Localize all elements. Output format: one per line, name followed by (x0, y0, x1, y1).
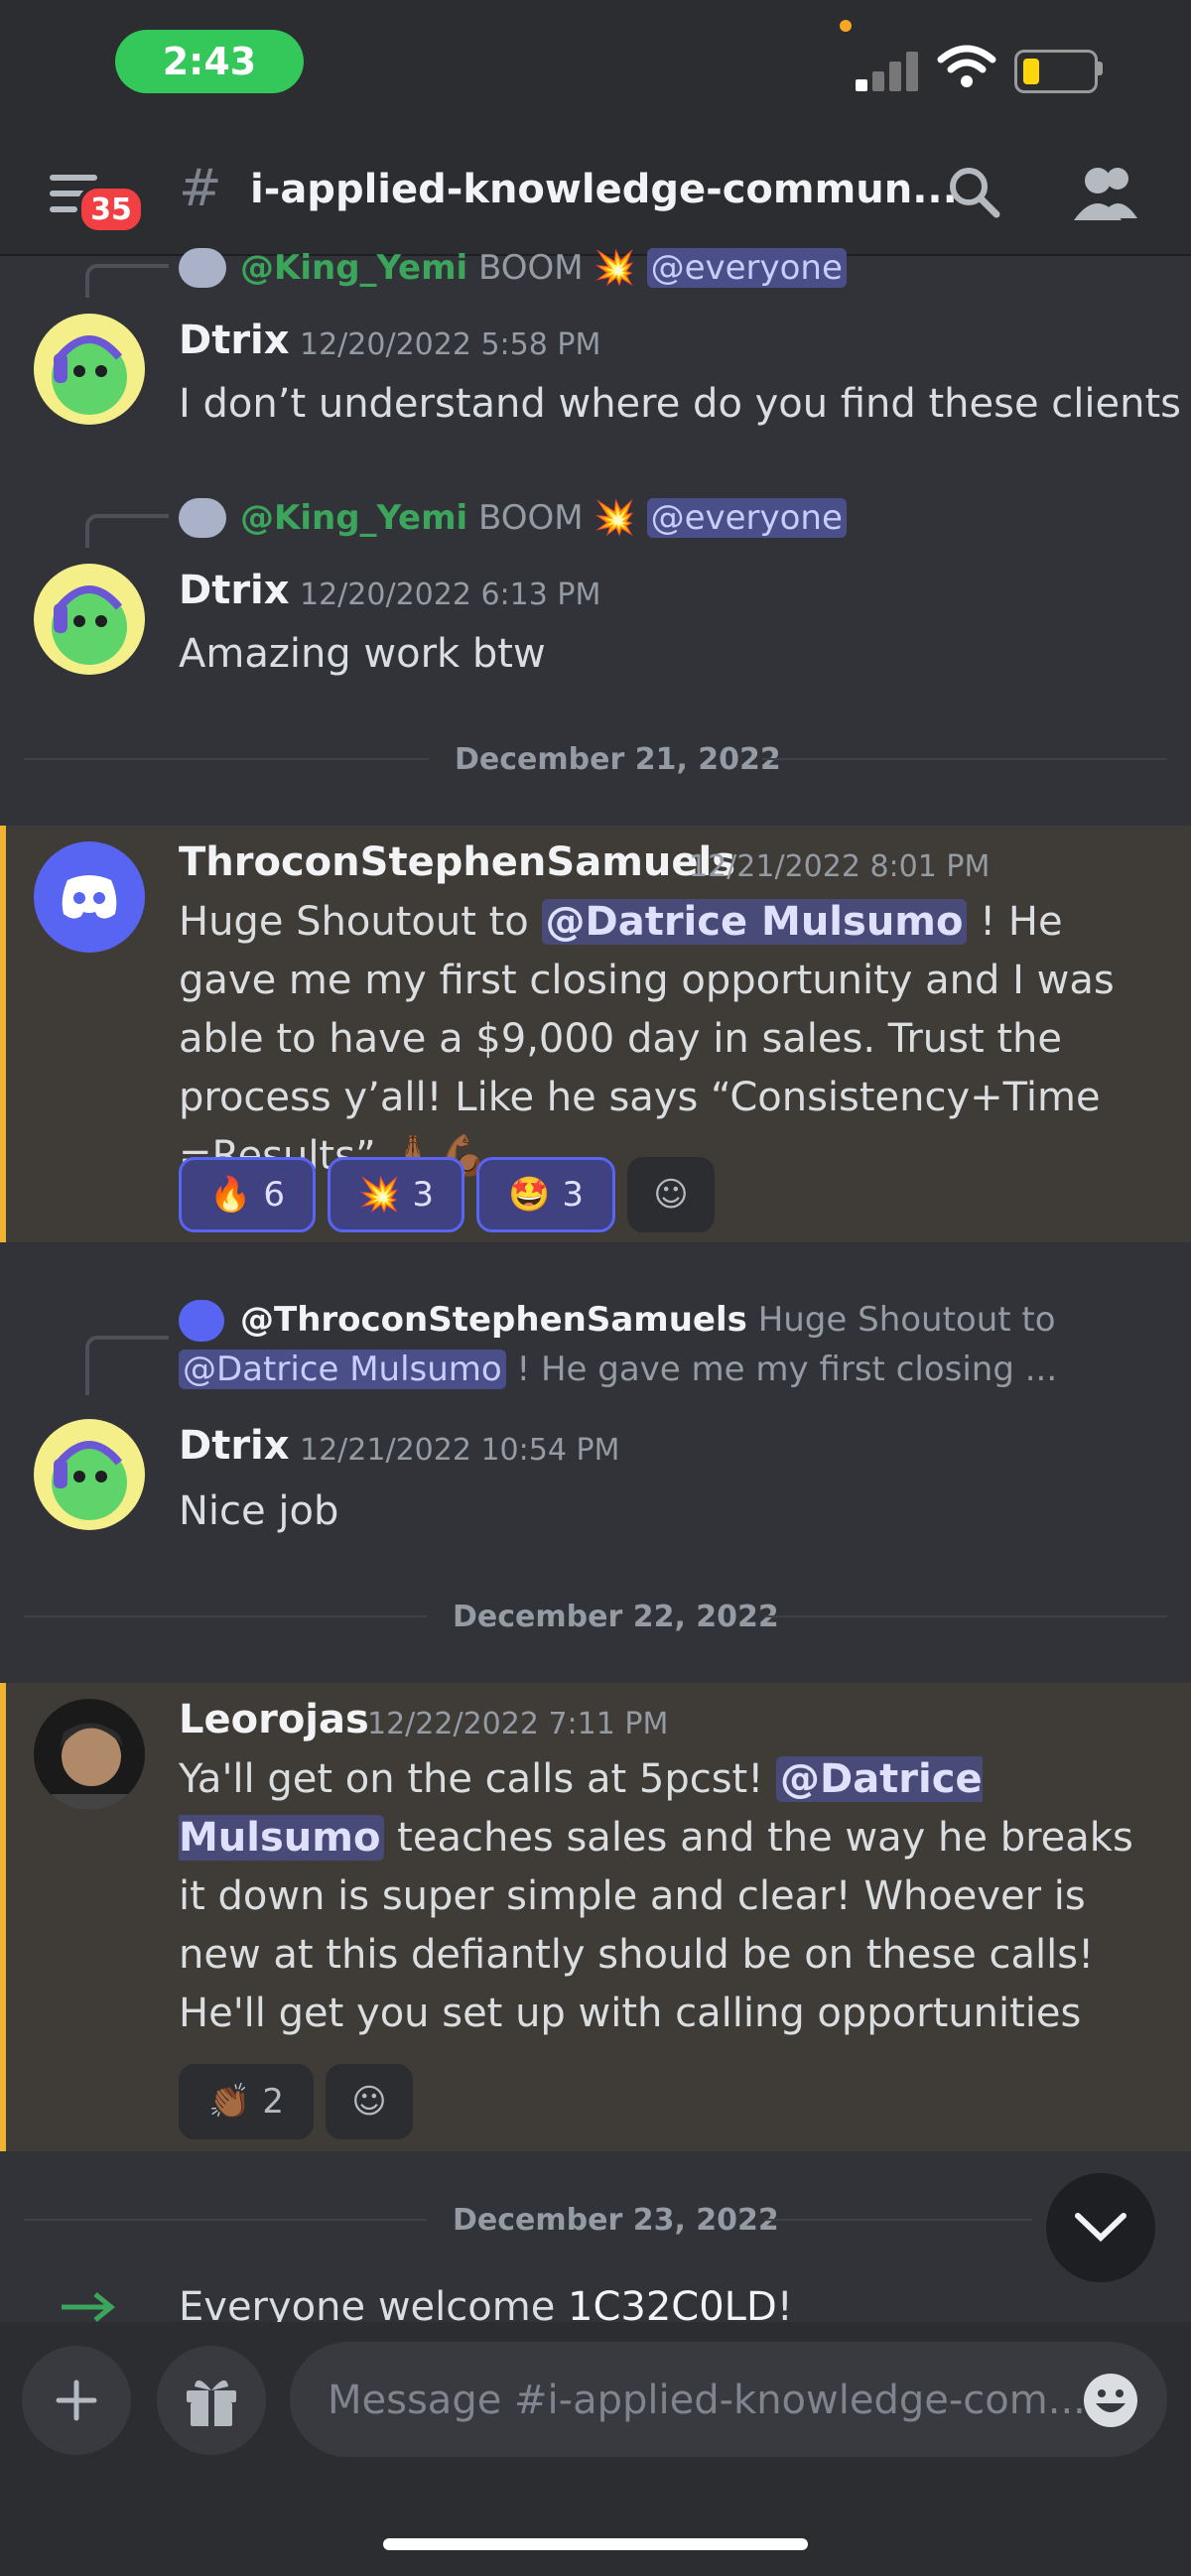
message-author[interactable]: Dtrix (179, 568, 290, 613)
members-icon[interactable] (1074, 163, 1139, 222)
avatar[interactable] (34, 841, 145, 953)
message-text: Amazing work btw (179, 631, 546, 677)
reply-mention: @everyone (646, 248, 847, 288)
gift-button[interactable] (157, 2346, 266, 2455)
message-text-part: Ya'll get on the calls at 5pcst! (179, 1756, 776, 1802)
reply-avatar (179, 498, 226, 538)
date-divider-line (24, 2219, 427, 2221)
reply-text: BOOM (478, 498, 584, 538)
message-author[interactable]: Dtrix (179, 1423, 290, 1469)
add-reaction-button[interactable]: ☺ (627, 1157, 715, 1232)
reply-avatar (179, 1300, 224, 1342)
reaction-clap[interactable]: 👏🏾 2 (179, 2064, 314, 2139)
system-message-suffix: ! (776, 2284, 793, 2322)
privacy-indicator-dot (840, 20, 852, 32)
message-timestamp: 12/21/2022 8:01 PM (689, 849, 991, 884)
message-text: Ya'll get on the calls at 5pcst! @Datric… (179, 1750, 1171, 2043)
reply-preview-line-2: @Datrice Mulsumo ! He gave me my first c… (179, 1350, 1057, 1389)
message-text: Huge Shoutout to @Datrice Mulsumo ! He g… (179, 893, 1171, 1186)
date-divider-line (762, 758, 1167, 760)
message-author[interactable]: ThroconStephenSamuels (179, 839, 735, 885)
reply-preview[interactable]: @ThroconStephenSamuels Huge Shoutout to (240, 1300, 1056, 1340)
collision-emoji: 💥 (594, 498, 636, 538)
jump-to-present-button[interactable] (1046, 2173, 1155, 2282)
search-icon[interactable] (945, 163, 1004, 222)
cellular-signal-icon (856, 52, 919, 91)
plus-icon (56, 2380, 97, 2421)
chevron-down-icon (1075, 2213, 1126, 2243)
reply-spine (85, 514, 169, 548)
discord-logo-icon (62, 875, 117, 919)
attach-button[interactable] (22, 2346, 131, 2455)
message-timestamp: 12/20/2022 6:13 PM (300, 578, 601, 612)
avatar[interactable] (34, 1699, 145, 1810)
message-timestamp: 12/20/2022 5:58 PM (300, 327, 601, 362)
star-struck-emoji: 🤩 (508, 1175, 551, 1215)
message-text: I don’t understand where do you find the… (179, 381, 1181, 427)
home-indicator (383, 2538, 808, 2550)
status-time: 2:43 (115, 30, 304, 93)
user-mention[interactable]: @Datrice Mulsumo (541, 899, 968, 945)
date-divider-line (24, 758, 429, 760)
channel-hash-icon: # (179, 159, 222, 218)
reply-avatar (179, 248, 226, 288)
date-divider: December 22, 2022 (453, 1600, 779, 1634)
add-reaction-icon: ☺ (653, 1175, 689, 1215)
system-message: Everyone welcome 1C32C0LD! (179, 2278, 1072, 2322)
avatar[interactable] (34, 1419, 145, 1530)
reply-preview[interactable]: @King_Yemi BOOM 💥 @everyone (240, 248, 847, 288)
reply-text: Huge Shoutout to (757, 1300, 1056, 1340)
reply-spine (85, 1336, 169, 1395)
battery-icon (1014, 50, 1098, 93)
reaction-collision[interactable]: 💥 3 (328, 1157, 464, 1232)
add-reaction-button[interactable]: ☺ (326, 2064, 413, 2139)
joined-user-name[interactable]: 1C32C0LD (568, 2284, 777, 2322)
message-timestamp: 12/21/2022 10:54 PM (300, 1433, 620, 1468)
message-author[interactable]: Leorojas (179, 1697, 369, 1742)
date-divider-line (24, 1615, 427, 1617)
message-text: Nice job (179, 1488, 339, 1534)
reaction-count: 2 (262, 2082, 284, 2122)
message-author[interactable]: Dtrix (179, 318, 290, 363)
reply-spine (85, 264, 169, 298)
reply-mention: @everyone (646, 498, 847, 538)
emoji-picker-icon[interactable] (1082, 2372, 1139, 2429)
reply-mention: @Datrice Mulsumo (179, 1350, 506, 1389)
reaction-count: 3 (562, 1175, 584, 1215)
reply-text: BOOM (478, 248, 584, 288)
add-reaction-icon: ☺ (351, 2082, 387, 2122)
reply-author: @King_Yemi (240, 498, 468, 538)
reaction-count: 3 (412, 1175, 434, 1215)
date-divider-line (764, 1615, 1167, 1617)
message-input-placeholder: Message #i-applied-knowledge-com... (328, 2378, 1086, 2423)
collision-emoji: 💥 (594, 248, 636, 288)
reply-author: @King_Yemi (240, 248, 468, 288)
reaction-count: 6 (263, 1175, 285, 1215)
reply-text: ! He gave me my first closing ... (516, 1350, 1058, 1389)
date-divider: December 23, 2022 (453, 2203, 779, 2238)
reply-author: @ThroconStephenSamuels (240, 1300, 747, 1340)
avatar[interactable] (34, 564, 145, 675)
gift-icon (187, 2380, 236, 2426)
avatar[interactable] (34, 314, 145, 425)
clap-emoji: 👏🏾 (208, 2082, 251, 2122)
date-divider: December 21, 2022 (455, 742, 781, 777)
join-arrow-icon (62, 2292, 115, 2322)
date-divider-line (764, 2219, 1032, 2221)
system-message-text: Everyone welcome (179, 2284, 569, 2322)
message-text-part: Huge Shoutout to (179, 899, 542, 945)
wifi-icon (937, 45, 996, 87)
fire-emoji: 🔥 (209, 1175, 252, 1215)
collision-emoji: 💥 (358, 1175, 401, 1215)
reaction-star-struck[interactable]: 🤩 3 (476, 1157, 615, 1232)
reaction-fire[interactable]: 🔥 6 (179, 1157, 316, 1232)
reply-preview[interactable]: @King_Yemi BOOM 💥 @everyone (240, 498, 847, 538)
unread-badge: 35 (77, 185, 145, 234)
channel-title[interactable]: i-applied-knowledge-commun... (250, 167, 958, 212)
battery-tip (1098, 62, 1103, 75)
message-timestamp: 12/22/2022 7:11 PM (367, 1707, 669, 1741)
